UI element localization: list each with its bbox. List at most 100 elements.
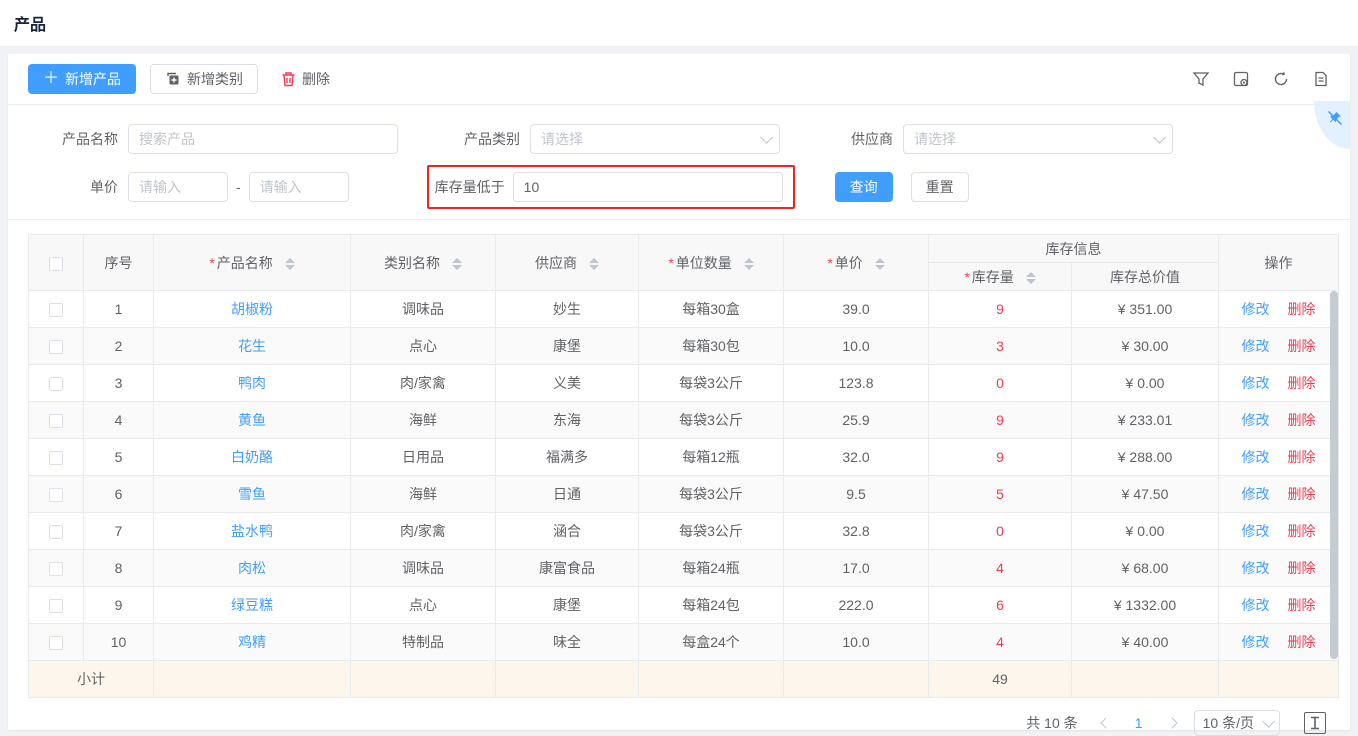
cell-checkbox bbox=[29, 550, 84, 587]
delete-row-button[interactable]: 删除 bbox=[1288, 338, 1316, 354]
cell-stock: 6 bbox=[929, 587, 1072, 624]
cell-category: 调味品 bbox=[351, 550, 496, 587]
add-category-button[interactable]: 新增类别 bbox=[150, 64, 258, 94]
cell-stock: 0 bbox=[929, 513, 1072, 550]
row-checkbox[interactable] bbox=[49, 562, 63, 576]
cell-unit-qty: 每箱24包 bbox=[639, 587, 784, 624]
row-checkbox[interactable] bbox=[49, 414, 63, 428]
product-name-link[interactable]: 胡椒粉 bbox=[231, 301, 273, 317]
delete-row-button[interactable]: 删除 bbox=[1288, 301, 1316, 317]
table-scrollbar[interactable] bbox=[1330, 291, 1338, 659]
annotation-highlight-box: 库存量低于 bbox=[427, 165, 795, 209]
edit-row-button[interactable]: 修改 bbox=[1242, 338, 1270, 354]
price-min-input[interactable] bbox=[139, 179, 217, 195]
delete-row-button[interactable]: 删除 bbox=[1288, 486, 1316, 502]
delete-row-button[interactable]: 删除 bbox=[1288, 412, 1316, 428]
edit-row-button[interactable]: 修改 bbox=[1242, 560, 1270, 576]
cell-unit-qty: 每箱30盒 bbox=[639, 291, 784, 328]
product-name-link[interactable]: 雪鱼 bbox=[238, 486, 266, 502]
product-name-link[interactable]: 白奶酪 bbox=[231, 449, 273, 465]
next-page-button[interactable] bbox=[1160, 711, 1184, 735]
refresh-icon[interactable] bbox=[1272, 70, 1290, 88]
header-unit-qty[interactable]: *单位数量 bbox=[639, 235, 784, 291]
prev-page-button[interactable] bbox=[1094, 711, 1118, 735]
plus-icon: ＋ bbox=[43, 71, 59, 87]
header-stock[interactable]: *库存量 bbox=[929, 263, 1072, 291]
product-name-link[interactable]: 黄鱼 bbox=[238, 412, 266, 428]
main-card: ＋ 新增产品 新增类别 删除 bbox=[8, 54, 1350, 730]
price-min-input-wrap bbox=[128, 172, 228, 202]
select-all-checkbox[interactable] bbox=[49, 257, 63, 271]
document-icon[interactable] bbox=[1312, 70, 1330, 88]
trash-icon bbox=[281, 71, 296, 87]
header-supplier[interactable]: 供应商 bbox=[496, 235, 639, 291]
sort-icon[interactable] bbox=[589, 258, 599, 270]
search-button[interactable]: 查询 bbox=[835, 172, 893, 202]
cell-price: 32.8 bbox=[784, 513, 929, 550]
cell-index: 1 bbox=[84, 291, 154, 328]
edit-row-button[interactable]: 修改 bbox=[1242, 523, 1270, 539]
edit-row-button[interactable]: 修改 bbox=[1242, 301, 1270, 317]
row-checkbox[interactable] bbox=[49, 451, 63, 465]
product-name-input[interactable] bbox=[139, 131, 387, 147]
sort-icon[interactable] bbox=[285, 258, 295, 270]
add-product-button[interactable]: ＋ 新增产品 bbox=[28, 64, 136, 94]
reset-button[interactable]: 重置 bbox=[911, 172, 969, 202]
product-name-link[interactable]: 鸡精 bbox=[238, 634, 266, 650]
row-checkbox[interactable] bbox=[49, 599, 63, 613]
delete-row-button[interactable]: 删除 bbox=[1288, 634, 1316, 650]
edit-row-button[interactable]: 修改 bbox=[1242, 449, 1270, 465]
page-size-select[interactable]: 10 条/页 bbox=[1194, 710, 1280, 736]
edit-row-button[interactable]: 修改 bbox=[1242, 597, 1270, 613]
header-product-name[interactable]: *产品名称 bbox=[154, 235, 351, 291]
row-checkbox[interactable] bbox=[49, 340, 63, 354]
category-select[interactable]: 请选择 bbox=[530, 124, 780, 154]
delete-row-button[interactable]: 删除 bbox=[1288, 523, 1316, 539]
filter-row-2: 单价 - 库存量低于 查询 重置 bbox=[8, 171, 1350, 203]
edit-row-button[interactable]: 修改 bbox=[1242, 412, 1270, 428]
preview-icon[interactable] bbox=[1232, 70, 1250, 88]
row-checkbox[interactable] bbox=[49, 525, 63, 539]
cell-category: 海鲜 bbox=[351, 476, 496, 513]
cell-product-name: 花生 bbox=[154, 328, 351, 365]
product-name-link[interactable]: 肉松 bbox=[238, 560, 266, 576]
product-name-link[interactable]: 花生 bbox=[238, 338, 266, 354]
delete-row-button[interactable]: 删除 bbox=[1288, 597, 1316, 613]
product-name-link[interactable]: 鸭肉 bbox=[238, 375, 266, 391]
delete-row-button[interactable]: 删除 bbox=[1288, 449, 1316, 465]
stock-below-input[interactable] bbox=[524, 179, 772, 195]
i-beam-icon bbox=[1309, 716, 1321, 730]
cell-stock-value: ¥ 0.00 bbox=[1072, 513, 1219, 550]
cell-stock-value: ¥ 1332.00 bbox=[1072, 587, 1219, 624]
edit-row-button[interactable]: 修改 bbox=[1242, 375, 1270, 391]
page-number[interactable]: 1 bbox=[1128, 715, 1150, 731]
sort-icon[interactable] bbox=[1026, 272, 1036, 284]
table-height-toggle-button[interactable] bbox=[1304, 712, 1326, 734]
header-category[interactable]: 类别名称 bbox=[351, 235, 496, 291]
cell-supplier: 康堡 bbox=[496, 587, 639, 624]
delete-row-button[interactable]: 删除 bbox=[1288, 375, 1316, 391]
edit-row-button[interactable]: 修改 bbox=[1242, 634, 1270, 650]
row-checkbox[interactable] bbox=[49, 636, 63, 650]
top-title-bar: 产品 bbox=[0, 0, 1358, 46]
header-price[interactable]: *单价 bbox=[784, 235, 929, 291]
sort-icon[interactable] bbox=[452, 258, 462, 270]
cell-category: 点心 bbox=[351, 587, 496, 624]
row-checkbox[interactable] bbox=[49, 303, 63, 317]
supplier-select[interactable]: 请选择 bbox=[903, 124, 1173, 154]
edit-row-button[interactable]: 修改 bbox=[1242, 486, 1270, 502]
delete-button[interactable]: 删除 bbox=[270, 64, 341, 94]
price-max-input[interactable] bbox=[260, 179, 338, 195]
cell-stock: 4 bbox=[929, 624, 1072, 661]
cell-supplier: 味全 bbox=[496, 624, 639, 661]
sort-icon[interactable] bbox=[744, 258, 754, 270]
product-name-link[interactable]: 盐水鸭 bbox=[231, 523, 273, 539]
filter-icon[interactable] bbox=[1192, 70, 1210, 88]
product-name-link[interactable]: 绿豆糕 bbox=[231, 597, 273, 613]
delete-row-button[interactable]: 删除 bbox=[1288, 560, 1316, 576]
row-checkbox[interactable] bbox=[49, 488, 63, 502]
sort-icon[interactable] bbox=[875, 258, 885, 270]
row-checkbox[interactable] bbox=[49, 377, 63, 391]
unpin-icon[interactable] bbox=[1326, 109, 1344, 127]
cell-stock: 4 bbox=[929, 550, 1072, 587]
